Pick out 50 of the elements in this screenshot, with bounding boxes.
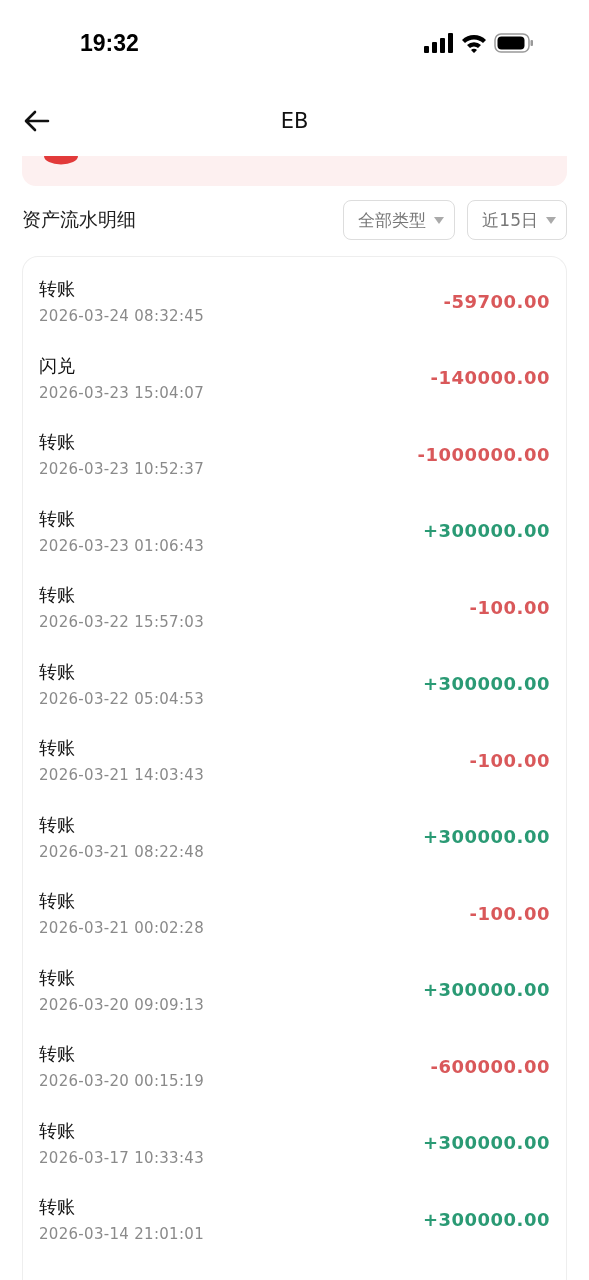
filter-dropdown[interactable]: 全部类型 — [343, 200, 456, 240]
transaction-time: 2026-03-21 00:02:28 — [39, 919, 205, 938]
transaction-time: 2026-03-24 08:32:45 — [39, 307, 205, 326]
transaction-amount: -100.00 — [469, 902, 550, 924]
transaction-amount: -59700.00 — [443, 290, 550, 312]
transaction-amount: -100.00 — [469, 596, 550, 618]
transaction-time: 2026-03-23 10:52:37 — [39, 460, 205, 479]
section-title: 资产流水明细 — [22, 207, 137, 232]
transaction-type: 转账 — [39, 659, 76, 684]
transaction-type: 转账 — [39, 583, 76, 608]
caret-icon — [434, 216, 445, 224]
transaction-type: 转账 — [39, 430, 76, 455]
transaction-type: 转账 — [39, 1195, 76, 1220]
transaction-time: 2026-03-20 09:09:13 — [39, 995, 205, 1014]
transaction-time: 2026-03-23 15:04:07 — [39, 383, 205, 402]
filter-dropdown[interactable]: 近15日 — [467, 200, 567, 240]
wifi-icon — [461, 33, 487, 53]
transaction-amount: +300000.00 — [422, 1132, 550, 1154]
transaction-amount: +300000.00 — [422, 1208, 550, 1230]
transaction-type: 转账 — [39, 889, 76, 914]
transaction-amount: +300000.00 — [422, 979, 550, 1001]
transaction-time: 2026-03-20 00:15:19 — [39, 1072, 205, 1091]
back-button[interactable] — [22, 108, 52, 134]
battery-icon — [494, 33, 534, 53]
transaction-amount: -1000000.00 — [417, 443, 550, 465]
transaction-type: 转账 — [39, 736, 76, 761]
caret-icon — [546, 216, 556, 224]
transaction-type: 转账 — [39, 1042, 76, 1067]
signal-icon — [424, 33, 454, 53]
transaction-amount: -100.00 — [469, 749, 550, 771]
transaction-time: 2026-03-21 14:03:43 — [39, 766, 205, 785]
page-title: EB — [280, 109, 309, 133]
transaction-time: 2026-03-14 21:01:01 — [39, 1225, 205, 1244]
transaction-type: 闪兑 — [39, 353, 76, 378]
transaction-time: 2026-03-22 15:57:03 — [39, 613, 205, 632]
transaction-type: 转账 — [39, 965, 76, 990]
transaction-amount: +300000.00 — [422, 520, 550, 542]
transaction-type: 转账 — [39, 277, 76, 302]
transaction-type: 转账 — [39, 506, 76, 531]
transaction-time: 2026-03-23 01:06:43 — [39, 536, 205, 555]
transaction-time: 2026-03-22 05:04:53 — [39, 689, 205, 708]
status-time: 19:32 — [80, 29, 139, 57]
transaction-amount: -600000.00 — [430, 1055, 550, 1077]
transaction-amount: +300000.00 — [422, 826, 550, 848]
transaction-amount: -140000.00 — [430, 367, 550, 389]
transaction-amount: +300000.00 — [422, 673, 550, 695]
transaction-type: 转账 — [39, 812, 76, 837]
transaction-type: 转账 — [39, 1118, 76, 1143]
transaction-time: 2026-03-17 10:33:43 — [39, 1148, 205, 1167]
transaction-time: 2026-03-21 08:22:48 — [39, 842, 205, 861]
